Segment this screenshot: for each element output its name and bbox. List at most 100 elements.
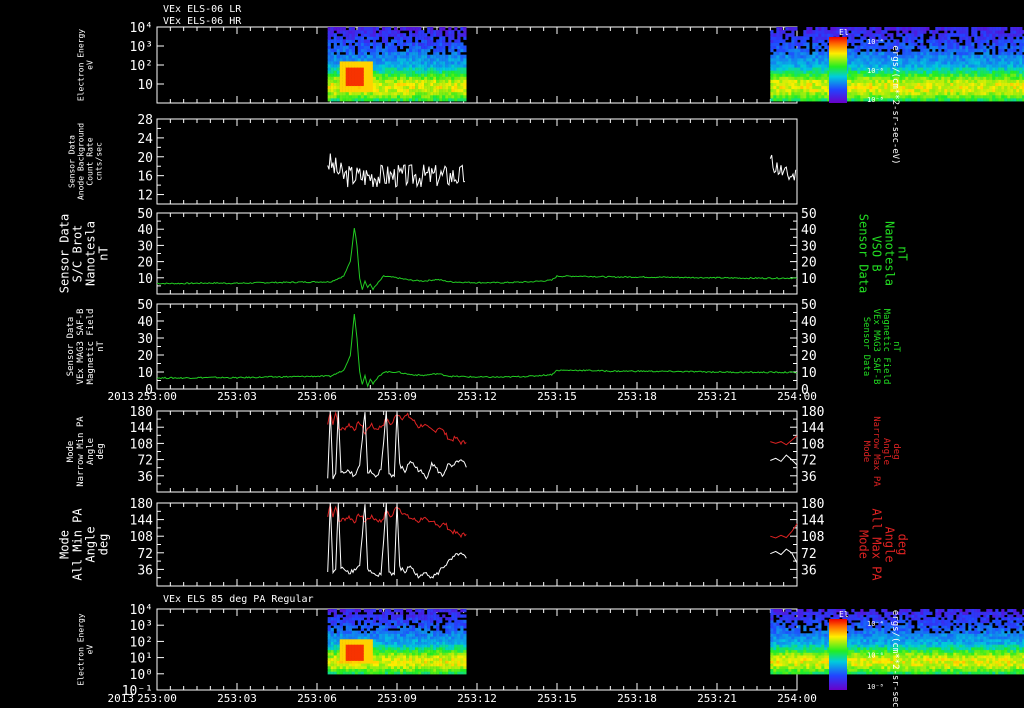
heatmap-cell [448, 54, 452, 59]
heatmap-cell [333, 54, 337, 59]
heatmap-cell [941, 27, 945, 31]
heatmap-cell [1004, 51, 1008, 56]
heatmap-cell [415, 27, 419, 31]
heatmap-cell [357, 27, 362, 31]
heatmap-cell [908, 33, 912, 37]
heatmap-cell [387, 42, 392, 47]
heatmap-cell [818, 51, 822, 56]
heatmap-cell [977, 27, 981, 31]
heatmap-cell [366, 54, 371, 59]
heatmap-cell [917, 51, 921, 56]
heatmap-cell [336, 36, 340, 40]
heatmap-cell [403, 42, 407, 47]
heatmap-cell [830, 27, 834, 31]
heatmap-cell [989, 45, 993, 50]
heatmap-cell [460, 33, 464, 37]
heatmap-cell [384, 27, 389, 31]
heatmap-cell [923, 27, 927, 31]
heatmap-cell [406, 27, 410, 31]
heatmap-cell [956, 27, 960, 31]
heatmap-cell [782, 39, 786, 43]
heatmap-cell [872, 33, 876, 37]
heatmap-cell [342, 54, 346, 59]
heatmap-cell [406, 48, 410, 53]
heatmap-cell [797, 36, 801, 40]
heatmap-cell [782, 30, 786, 34]
heatmap-cell [397, 51, 401, 56]
heatmap-cell [908, 27, 912, 31]
heatmap-cell [336, 45, 340, 50]
heatmap-cell [977, 36, 981, 40]
heatmap-cell [433, 30, 437, 34]
y-tick-label: 10³ [130, 40, 153, 55]
heatmap-cell [818, 45, 822, 50]
heatmap-cell [412, 33, 416, 37]
heatmap-cell [369, 27, 374, 31]
heatmap-cell [803, 30, 807, 34]
heatmap-cell [445, 42, 449, 47]
y-tick-label: 10⁴ [130, 21, 153, 36]
heatmap-cell [439, 27, 443, 31]
heatmap-cell [442, 36, 446, 40]
heatmap-cell [427, 36, 431, 40]
heatmap-cell [463, 27, 467, 31]
heatmap-cell [953, 27, 957, 31]
heatmap-cell [1007, 48, 1011, 53]
heatmap-cell [881, 30, 885, 34]
heatmap-cell [917, 39, 921, 43]
heatmap-cell [824, 42, 828, 47]
heatmap-cell [896, 27, 900, 31]
heatmap-cell [1013, 54, 1017, 59]
heatmap-cell [821, 48, 825, 53]
heatmap-cell [387, 27, 392, 31]
heatmap-cell [971, 42, 975, 47]
heatmap-cell [974, 27, 978, 31]
heatmap-cell [785, 27, 789, 31]
heatmap-cell [403, 51, 407, 56]
heatmap-cell [445, 30, 449, 34]
heatmap-cell [390, 30, 395, 34]
heatmap-cell [935, 39, 939, 43]
heatmap-cell [950, 27, 954, 31]
heatmap-cell [884, 36, 888, 40]
heatmap-cell [788, 42, 792, 47]
heatmap-cell [890, 33, 894, 37]
heatmap-cell [357, 36, 362, 40]
heatmap-cell [980, 27, 984, 31]
heatmap-cell [851, 48, 855, 53]
heatmap-cell [445, 54, 449, 59]
heatmap-cell [1013, 39, 1017, 43]
heatmap-cell [962, 27, 966, 31]
heatmap-cell [995, 54, 999, 59]
heatmap-cell [938, 33, 942, 37]
heatmap-cell [418, 42, 422, 47]
heatmap-cell [378, 42, 383, 47]
heatmap-cell [342, 39, 346, 43]
heatmap-cell [773, 33, 777, 37]
heatmap-cell [962, 45, 966, 50]
heatmap-cell [854, 27, 858, 31]
heatmap-cell [854, 45, 858, 50]
heatmap-cell [878, 27, 882, 31]
heatmap-cell [770, 30, 774, 34]
heatmap-cell [812, 51, 816, 56]
panel-p1: 1010²10³10⁴Electron Energy eVEl10⁻⁴10⁻⁶10… [77, 21, 1024, 165]
heatmap-cell [430, 54, 434, 59]
heatmap-cell [397, 30, 401, 34]
heatmap-cell [366, 27, 371, 31]
heatmap-cell [393, 27, 398, 31]
heatmap-cell [348, 27, 352, 31]
heatmap-cell [806, 42, 810, 47]
heatmap-cell [851, 27, 855, 31]
heatmap-cell [974, 54, 978, 59]
heatmap-cell [1019, 39, 1023, 43]
heatmap-cell [794, 48, 798, 53]
heatmap-cell [1016, 27, 1020, 31]
heatmap-cell [932, 30, 936, 34]
heatmap-cell [959, 27, 963, 31]
heatmap-cell [875, 51, 879, 56]
heatmap-cell [369, 48, 374, 53]
heatmap-cell [989, 27, 993, 31]
heatmap-cell [460, 27, 464, 31]
heatmap-cell [896, 39, 900, 43]
